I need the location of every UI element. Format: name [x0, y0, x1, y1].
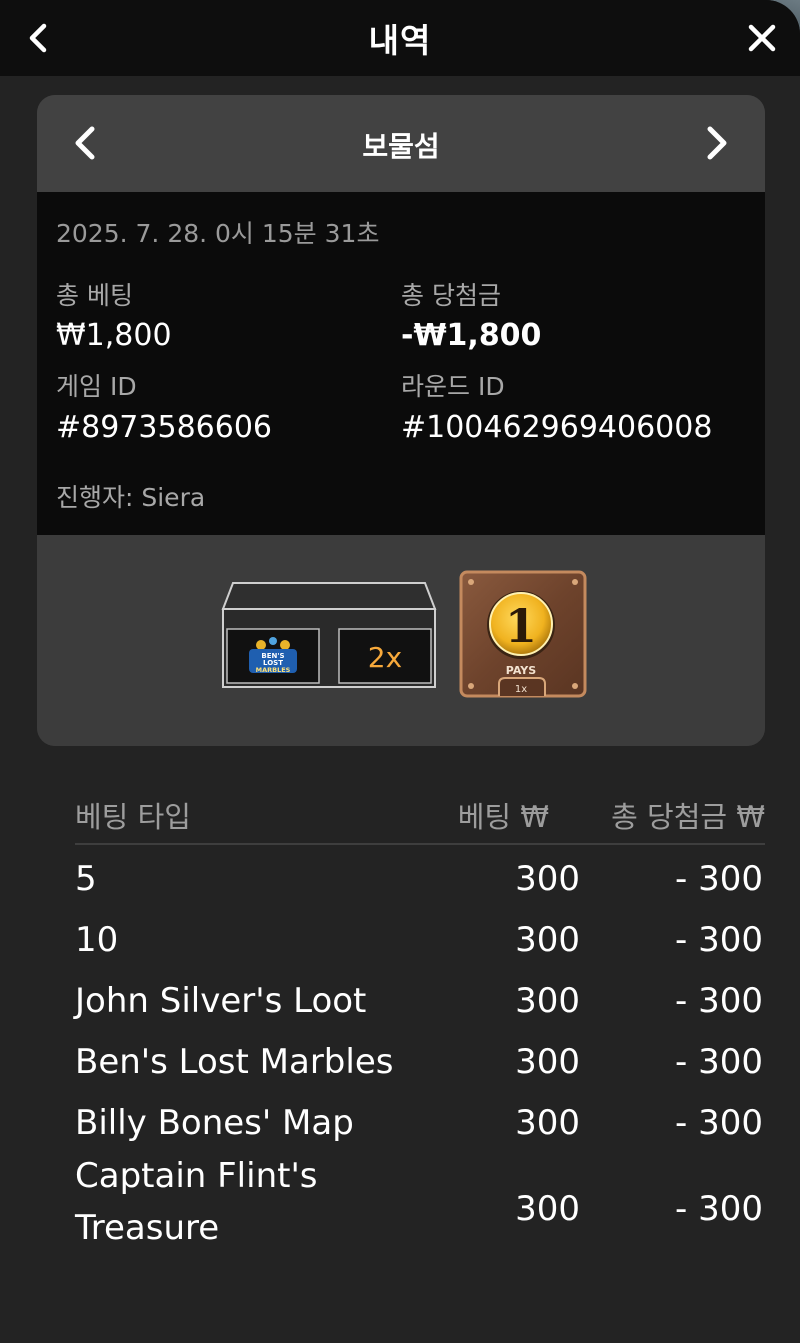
bet-amount: 300	[515, 1042, 580, 1082]
column-total-win: 총 당첨금 ₩	[611, 800, 765, 834]
bet-type: 10	[75, 920, 119, 960]
win-amount: - 300	[675, 859, 763, 899]
bet-amount: 300	[515, 981, 580, 1021]
close-button[interactable]	[742, 18, 782, 58]
round-id-label: 라운드 ID	[401, 372, 505, 401]
chevron-right-icon	[707, 126, 727, 160]
bet-type: John Silver's Loot	[75, 981, 367, 1021]
coin-result-card: 1 PAYS 1x	[459, 570, 587, 698]
coin-caption: PAYS	[506, 664, 536, 677]
column-bet-amount: 베팅 ₩	[457, 800, 549, 834]
table-row: Captain Flint's Treasure 300 - 300	[75, 1150, 765, 1270]
bet-type: Billy Bones' Map	[75, 1103, 354, 1143]
bet-type: Ben's Lost Marbles	[75, 1042, 394, 1082]
total-win-value: -₩1,800	[401, 318, 542, 353]
total-bet-value: ₩1,800	[56, 318, 172, 353]
bet-amount: 300	[515, 1189, 580, 1229]
win-amount: - 300	[675, 981, 763, 1021]
coin-number: 1	[505, 599, 537, 653]
bet-amount: 300	[515, 1103, 580, 1143]
game-title: 보물섬	[362, 130, 440, 163]
table-row: Billy Bones' Map 300 - 300	[75, 1089, 765, 1150]
dealer-name: 진행자: Siera	[56, 483, 206, 512]
history-sheet: 내역 보물섬 2025. 7. 28. 0시 15분 31초 총 베팅 ₩1,8…	[0, 0, 800, 1343]
table-row: 5 300 - 300	[75, 845, 765, 906]
next-round-button[interactable]	[695, 123, 735, 163]
total-bet-label: 총 베팅	[56, 281, 133, 310]
win-amount: - 300	[675, 1042, 763, 1082]
table-row: 10 300 - 300	[75, 906, 765, 967]
round-datetime: 2025. 7. 28. 0시 15분 31초	[56, 219, 380, 248]
round-result-visual: BEN'S LOST MARBLES 2x 1 PAYS 1x	[37, 535, 765, 746]
win-amount: - 300	[675, 920, 763, 960]
game-id-value: #8973586606	[56, 410, 273, 445]
round-detail-card: 보물섬 2025. 7. 28. 0시 15분 31초 총 베팅 ₩1,800 …	[37, 95, 765, 746]
bet-table: 베팅 타입 베팅 ₩ 총 당첨금 ₩ 5 300 - 300 10 300 - …	[75, 790, 765, 1270]
coin-multiplier: 1x	[515, 684, 527, 695]
round-info-panel: 2025. 7. 28. 0시 15분 31초 총 베팅 ₩1,800 총 당첨…	[37, 192, 765, 535]
top-bar: 내역	[0, 0, 800, 76]
page-title: 내역	[368, 21, 432, 60]
bet-type: 5	[75, 859, 97, 899]
round-id-value: #100462969406008	[401, 410, 713, 445]
multiplier-label: 2x	[368, 641, 402, 674]
win-amount: - 300	[675, 1189, 763, 1229]
close-icon	[748, 24, 776, 52]
bet-type: Captain Flint's Treasure	[75, 1156, 318, 1248]
column-bet-type: 베팅 타입	[75, 800, 191, 834]
svg-text:MARBLES: MARBLES	[256, 666, 291, 674]
total-win-label: 총 당첨금	[401, 281, 501, 310]
game-id-label: 게임 ID	[56, 372, 137, 401]
table-row: John Silver's Loot 300 - 300	[75, 967, 765, 1028]
table-row: Ben's Lost Marbles 300 - 300	[75, 1028, 765, 1089]
bet-amount: 300	[515, 859, 580, 899]
bet-table-header: 베팅 타입 베팅 ₩ 총 당첨금 ₩	[75, 790, 765, 845]
win-amount: - 300	[675, 1103, 763, 1143]
bet-amount: 300	[515, 920, 580, 960]
card-header: 보물섬	[37, 95, 765, 192]
treasure-chest-icon: BEN'S LOST MARBLES 2x	[221, 582, 437, 688]
